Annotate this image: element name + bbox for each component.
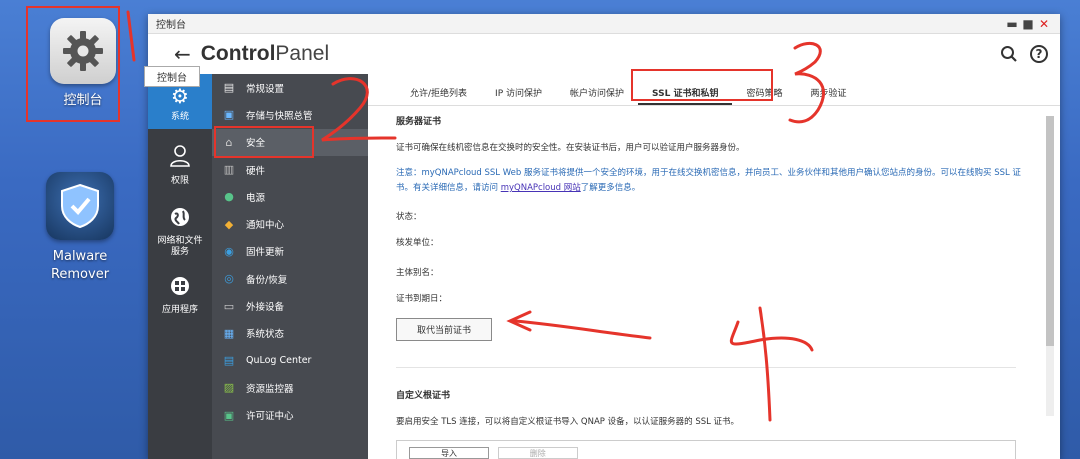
tab-allow-deny-list[interactable]: 允许/拒绝列表 <box>396 86 481 105</box>
menu-item-label: 电源 <box>246 192 266 204</box>
maximize-button[interactable]: ■ <box>1020 17 1036 31</box>
category-label: 应用程序 <box>161 305 198 315</box>
import-button[interactable]: 导入 <box>409 447 489 459</box>
category-sidebar: ⚙ 系统 权限 网络和文件服务 应用程序 <box>148 74 212 459</box>
annotation-box-desktop <box>26 6 120 122</box>
myqnapcloud-link[interactable]: myQNAPcloud 网站 <box>501 183 581 193</box>
help-icon[interactable]: ? <box>1030 45 1048 63</box>
tab-ip-access-protection[interactable]: IP 访问保护 <box>481 86 556 105</box>
notification-icon: ◆ <box>224 217 234 231</box>
globe-icon <box>148 207 212 232</box>
shield-icon <box>46 172 114 240</box>
menu-item-label: 外接设备 <box>246 302 285 314</box>
menu-item-label: 系统状态 <box>246 329 285 341</box>
gear-icon: ⚙ <box>171 84 189 108</box>
menu-item-label: QuLog Center <box>246 355 312 367</box>
hardware-icon: ▥ <box>223 163 235 177</box>
menu-item-power[interactable]: ● 电源 <box>212 183 368 210</box>
menu-item-label: 固件更新 <box>246 247 285 259</box>
menu-item-storage[interactable]: ▣ 存储与快照总管 <box>212 101 368 128</box>
status-label: 状态： <box>396 212 422 222</box>
window-title: 控制台 <box>156 20 186 31</box>
app-title-rest: Panel <box>275 42 330 65</box>
external-device-icon: ▭ <box>223 299 235 313</box>
close-button[interactable]: ✕ <box>1036 17 1052 31</box>
issuer-label: 核发单位： <box>396 238 439 248</box>
tooltip: 控制台 <box>144 66 200 87</box>
desktop-malware-remover-icon[interactable]: Malware Remover <box>30 172 130 284</box>
server-cert-description: 证书可确保在线机密信息在交换时的安全性。在安装证书后，用户可以验证用户服务器身份… <box>396 143 745 153</box>
menu-item-label: 存储与快照总管 <box>246 110 313 122</box>
backup-icon: ◎ <box>224 272 234 286</box>
menu-item-system-status[interactable]: ▦ 系统状态 <box>212 320 368 347</box>
menu-item-resource-monitor[interactable]: ▨ 资源监控器 <box>212 374 368 401</box>
qulog-icon: ▤ <box>223 354 235 368</box>
menu-item-firmware[interactable]: ◉ 固件更新 <box>212 238 368 265</box>
app-header: ← ControlPanel ? <box>148 34 1060 74</box>
minimize-button[interactable]: ▬ <box>1004 17 1020 31</box>
custom-root-table: 导入 删除 <box>396 440 1016 459</box>
license-icon: ▣ <box>223 408 235 422</box>
menu-item-label: 常规设置 <box>246 83 285 95</box>
alias-label: 主体别名： <box>396 268 439 278</box>
menu-item-backup[interactable]: ◎ 备份/恢复 <box>212 265 368 292</box>
category-label: 系统 <box>170 112 189 122</box>
window-titlebar[interactable]: 控制台 ▬ ■ ✕ <box>148 14 1060 34</box>
general-settings-icon: ▤ <box>223 81 235 95</box>
power-icon: ● <box>224 190 234 204</box>
resource-monitor-icon: ▨ <box>223 381 235 395</box>
apps-icon <box>148 276 212 301</box>
menu-item-general[interactable]: ▤ 常规设置 <box>212 74 368 101</box>
tab-account-access-protection[interactable]: 帐户访问保护 <box>556 86 638 105</box>
expiry-label: 证书到期日： <box>396 294 448 304</box>
menu-item-label: 许可证中心 <box>246 411 294 423</box>
menu-item-label: 资源监控器 <box>246 383 294 395</box>
menu-item-qulog[interactable]: ▤ QuLog Center <box>212 347 368 374</box>
storage-icon: ▣ <box>223 108 235 122</box>
firmware-icon: ◉ <box>224 244 234 258</box>
content-area: 允许/拒绝列表 IP 访问保护 帐户访问保护 SSL 证书和私钥 密码策略 两步… <box>368 74 1060 459</box>
custom-root-heading: 自定义根证书 <box>396 391 451 401</box>
category-label: 权限 <box>170 176 189 186</box>
search-icon[interactable] <box>998 43 1020 65</box>
delete-button[interactable]: 删除 <box>497 447 578 459</box>
user-icon <box>148 145 212 172</box>
menu-item-label: 硬件 <box>246 165 266 177</box>
app-title: ControlPanel <box>201 42 329 66</box>
annotation-box-ssl-tab <box>631 69 773 101</box>
category-network[interactable]: 网络和文件服务 <box>148 199 212 264</box>
menu-item-label: 通知中心 <box>246 220 285 232</box>
back-arrow-icon[interactable]: ← <box>174 42 191 66</box>
note-text: 注意：myQNAPcloud SSL Web 服务证书将提供一个安全的环境，用于… <box>396 168 1021 193</box>
note-text-end: 了解更多信息。 <box>580 183 641 193</box>
category-applications[interactable]: 应用程序 <box>148 268 212 322</box>
system-status-icon: ▦ <box>223 326 235 340</box>
vertical-scrollbar[interactable] <box>1046 116 1054 416</box>
section-divider <box>396 367 1016 368</box>
category-privilege[interactable]: 权限 <box>148 137 212 193</box>
desktop-malware-label-line1: Malware <box>52 249 108 264</box>
control-panel-window: 控制台 ▬ ■ ✕ ← ControlPanel ? 控制台 ⚙ 系统 权限 网… <box>144 14 1060 459</box>
scrollbar-thumb[interactable] <box>1046 116 1054 346</box>
menu-item-external-device[interactable]: ▭ 外接设备 <box>212 292 368 319</box>
custom-root-description: 要启用安全 TLS 连接，可以将自定义根证书导入 QNAP 设备，以认证服务器的… <box>396 417 740 427</box>
annotation-box-security <box>214 126 314 158</box>
menu-item-notification[interactable]: ◆ 通知中心 <box>212 210 368 237</box>
server-cert-heading: 服务器证书 <box>396 117 442 127</box>
replace-certificate-button[interactable]: 取代当前证书 <box>396 318 493 341</box>
myqnapcloud-note: 注意：myQNAPcloud SSL Web 服务证书将提供一个安全的环境，用于… <box>396 166 1036 196</box>
ssl-panel: 服务器证书 证书可确保在线机密信息在交换时的安全性。在安装证书后，用户可以验证用… <box>396 114 1036 459</box>
menu-item-label: 备份/恢复 <box>246 274 288 286</box>
tab-two-step-verification[interactable]: 两步验证 <box>796 86 860 105</box>
menu-item-hardware[interactable]: ▥ 硬件 <box>212 156 368 183</box>
app-title-bold: Control <box>200 42 276 65</box>
menu-item-license[interactable]: ▣ 许可证中心 <box>212 402 368 429</box>
desktop-malware-label-line2: Remover <box>50 267 110 282</box>
category-label: 网络和文件服务 <box>157 236 203 257</box>
